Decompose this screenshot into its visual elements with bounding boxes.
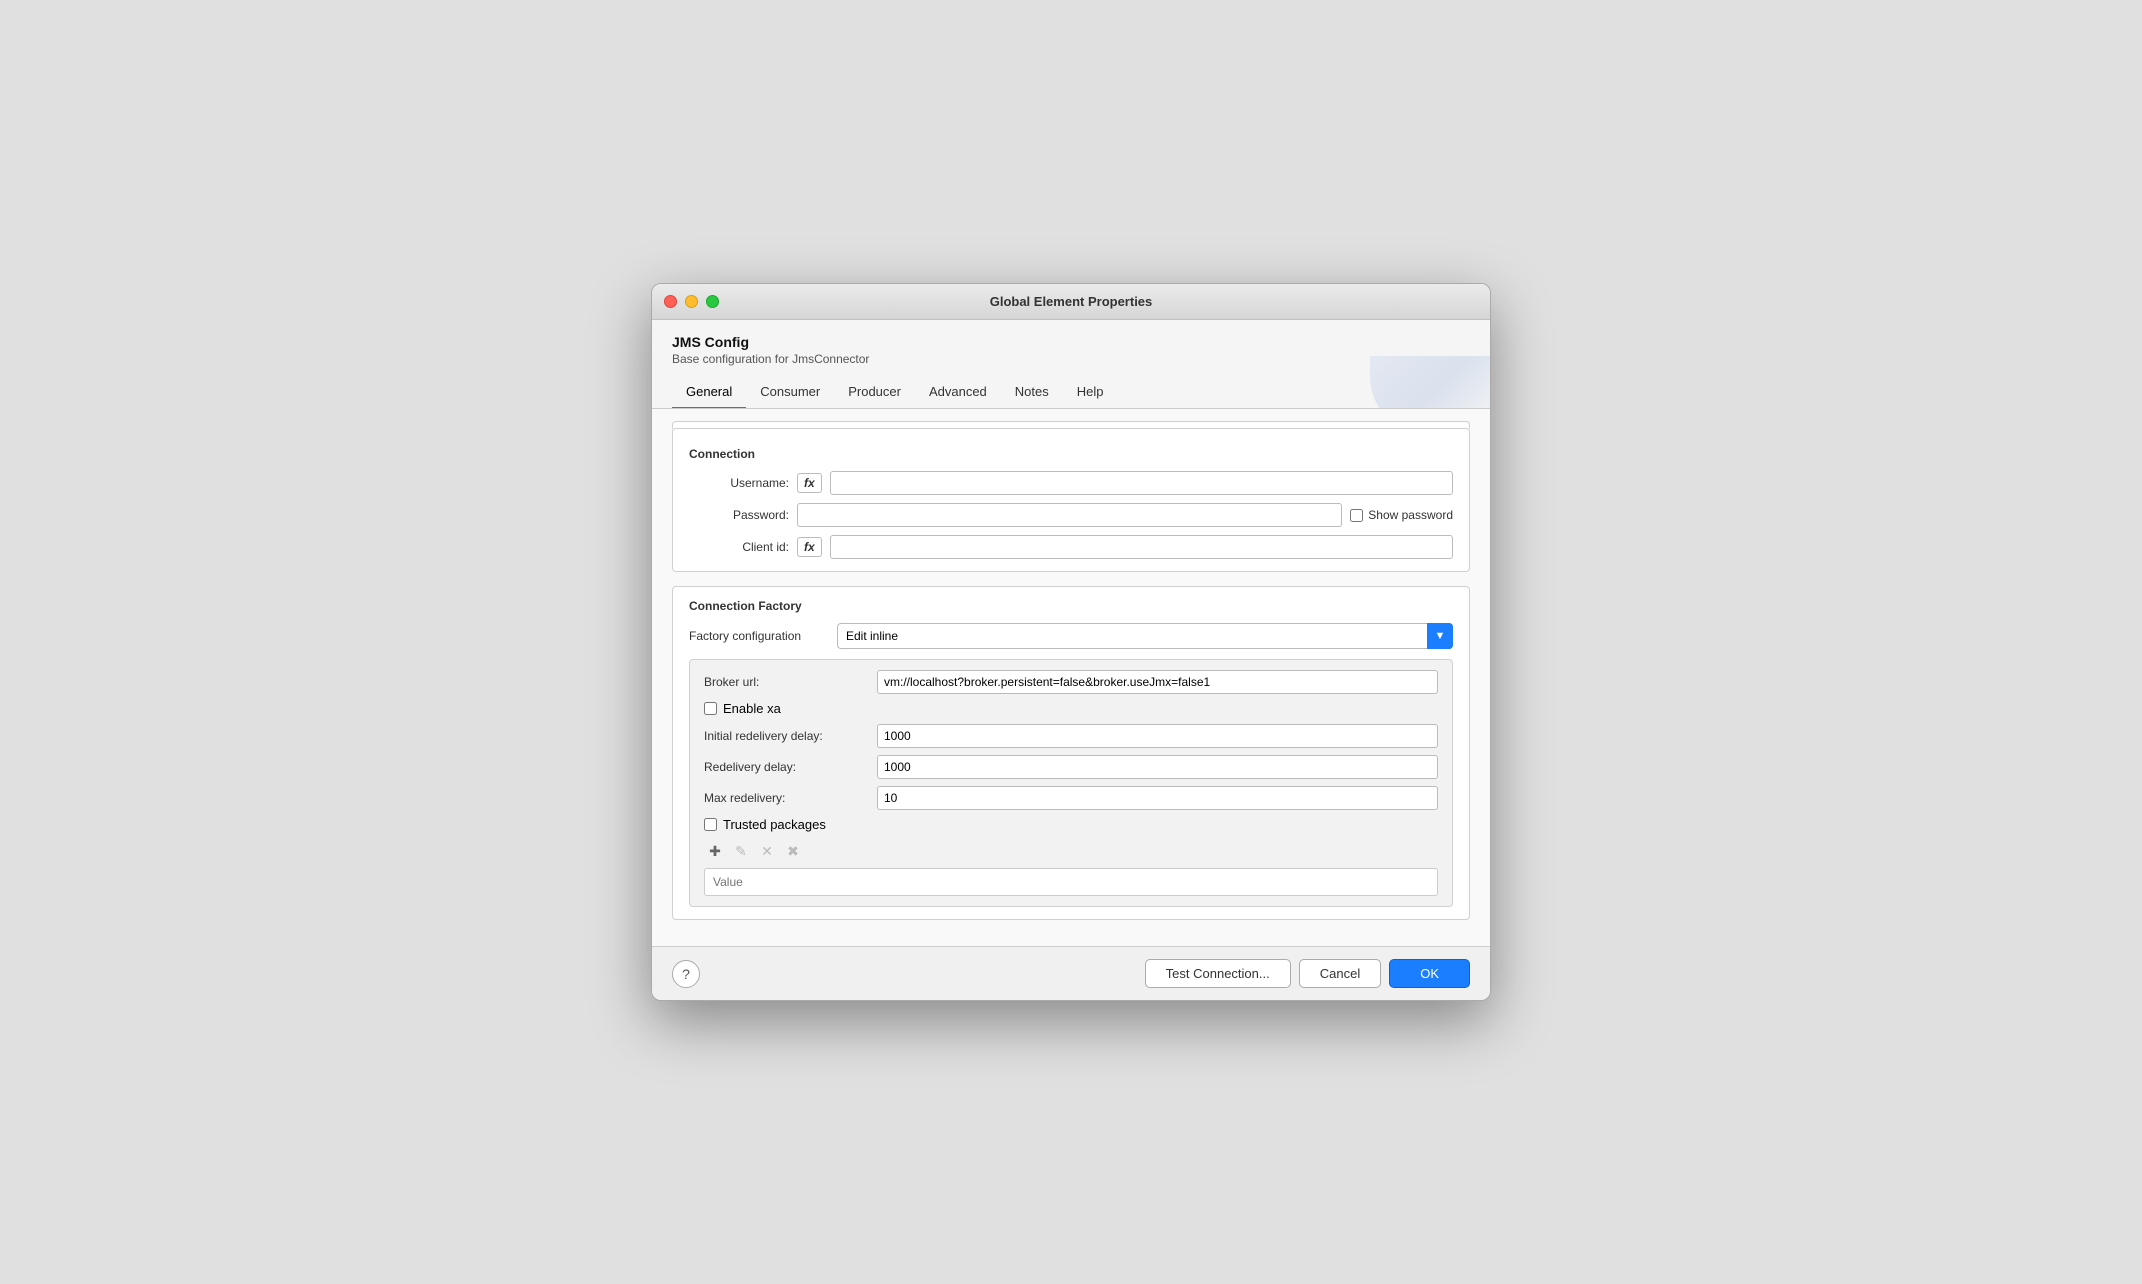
password-row: Password: Show password — [689, 503, 1453, 527]
password-input[interactable] — [797, 503, 1342, 527]
tab-general[interactable]: General — [672, 378, 746, 409]
redelivery-delay-label: Redelivery delay: — [704, 760, 869, 774]
redelivery-delay-input[interactable] — [877, 755, 1438, 779]
username-row: Username: fx — [689, 471, 1453, 495]
bottom-bar: ? Test Connection... Cancel OK — [652, 946, 1490, 1000]
config-header: JMS Config Base configuration for JmsCon… — [672, 334, 1470, 366]
initial-redelivery-delay-label: Initial redelivery delay: — [704, 729, 869, 743]
enable-xa-checkbox[interactable] — [704, 702, 717, 715]
config-title: JMS Config — [672, 334, 1470, 350]
client-id-label: Client id: — [689, 540, 789, 554]
tab-help[interactable]: Help — [1063, 378, 1118, 409]
help-button[interactable]: ? — [672, 960, 700, 988]
connection-factory-title: Connection Factory — [689, 599, 1453, 613]
password-label: Password: — [689, 508, 789, 522]
factory-config-label: Factory configuration — [689, 629, 829, 643]
delete-all-packages-button[interactable]: ✖ — [782, 840, 804, 862]
question-mark-icon: ? — [682, 966, 690, 982]
max-redelivery-label: Max redelivery: — [704, 791, 869, 805]
broker-url-row: Broker url: — [704, 670, 1438, 694]
show-password-label: Show password — [1368, 508, 1453, 522]
tab-producer[interactable]: Producer — [834, 378, 915, 409]
initial-redelivery-delay-input[interactable] — [877, 724, 1438, 748]
username-fx-button[interactable]: fx — [797, 473, 822, 493]
trusted-packages-toolbar: ✚ ✎ ✕ ✖ — [704, 840, 1438, 862]
show-password-wrapper[interactable]: Show password — [1350, 508, 1453, 522]
trusted-packages-label: Trusted packages — [723, 817, 826, 832]
enable-xa-row: Enable xa — [704, 701, 1438, 716]
tabs-container: General Consumer Producer Advanced Notes… — [672, 378, 1470, 408]
max-redelivery-row: Max redelivery: — [704, 786, 1438, 810]
trusted-packages-row: Trusted packages — [704, 817, 1438, 832]
connection-section: Connection Username: fx Password: Show p… — [672, 428, 1470, 572]
show-password-checkbox[interactable] — [1350, 509, 1363, 522]
inline-form: Broker url: Enable xa Initial redelivery… — [689, 659, 1453, 907]
ok-button[interactable]: OK — [1389, 959, 1470, 988]
main-content: Connection Username: fx Password: Show p… — [652, 409, 1490, 946]
cancel-button[interactable]: Cancel — [1299, 959, 1381, 988]
window-header: JMS Config Base configuration for JmsCon… — [652, 320, 1490, 409]
broker-url-label: Broker url: — [704, 675, 869, 689]
delete-icon: ✕ — [761, 843, 773, 860]
enable-xa-label: Enable xa — [723, 701, 781, 716]
initial-redelivery-delay-row: Initial redelivery delay: — [704, 724, 1438, 748]
edit-icon: ✎ — [735, 843, 747, 860]
header-decoration — [1370, 356, 1490, 409]
delete-all-icon: ✖ — [787, 843, 799, 860]
config-subtitle: Base configuration for JmsConnector — [672, 352, 1470, 366]
value-input[interactable] — [704, 868, 1438, 896]
factory-config-row: Factory configuration Edit inline Refere… — [689, 623, 1453, 649]
bottom-buttons: Test Connection... Cancel OK — [1145, 959, 1470, 988]
max-redelivery-input[interactable] — [877, 786, 1438, 810]
tab-notes[interactable]: Notes — [1001, 378, 1063, 409]
username-label: Username: — [689, 476, 789, 490]
trusted-packages-checkbox[interactable] — [704, 818, 717, 831]
window-controls — [664, 295, 719, 308]
plus-icon: ✚ — [709, 843, 721, 860]
close-button[interactable] — [664, 295, 677, 308]
edit-package-button[interactable]: ✎ — [730, 840, 752, 862]
titlebar: Global Element Properties — [652, 284, 1490, 320]
delete-package-button[interactable]: ✕ — [756, 840, 778, 862]
test-connection-button[interactable]: Test Connection... — [1145, 959, 1291, 988]
scrollable-area: Connection Username: fx Password: Show p… — [652, 409, 1490, 946]
broker-url-input[interactable] — [877, 670, 1438, 694]
tab-advanced[interactable]: Advanced — [915, 378, 1001, 409]
connection-section-title: Connection — [689, 447, 1453, 461]
factory-config-select[interactable]: Edit inline Reference — [837, 623, 1453, 649]
maximize-button[interactable] — [706, 295, 719, 308]
client-id-row: Client id: fx — [689, 535, 1453, 559]
tab-consumer[interactable]: Consumer — [746, 378, 834, 409]
add-package-button[interactable]: ✚ — [704, 840, 726, 862]
redelivery-delay-row: Redelivery delay: — [704, 755, 1438, 779]
dialog-title: Global Element Properties — [990, 294, 1153, 309]
factory-config-select-wrapper: Edit inline Reference ▼ — [837, 623, 1453, 649]
connection-factory-section: Connection Factory Factory configuration… — [672, 586, 1470, 920]
dialog-window: Global Element Properties JMS Config Bas… — [651, 283, 1491, 1001]
username-input[interactable] — [830, 471, 1453, 495]
minimize-button[interactable] — [685, 295, 698, 308]
client-id-fx-button[interactable]: fx — [797, 537, 822, 557]
client-id-input[interactable] — [830, 535, 1453, 559]
